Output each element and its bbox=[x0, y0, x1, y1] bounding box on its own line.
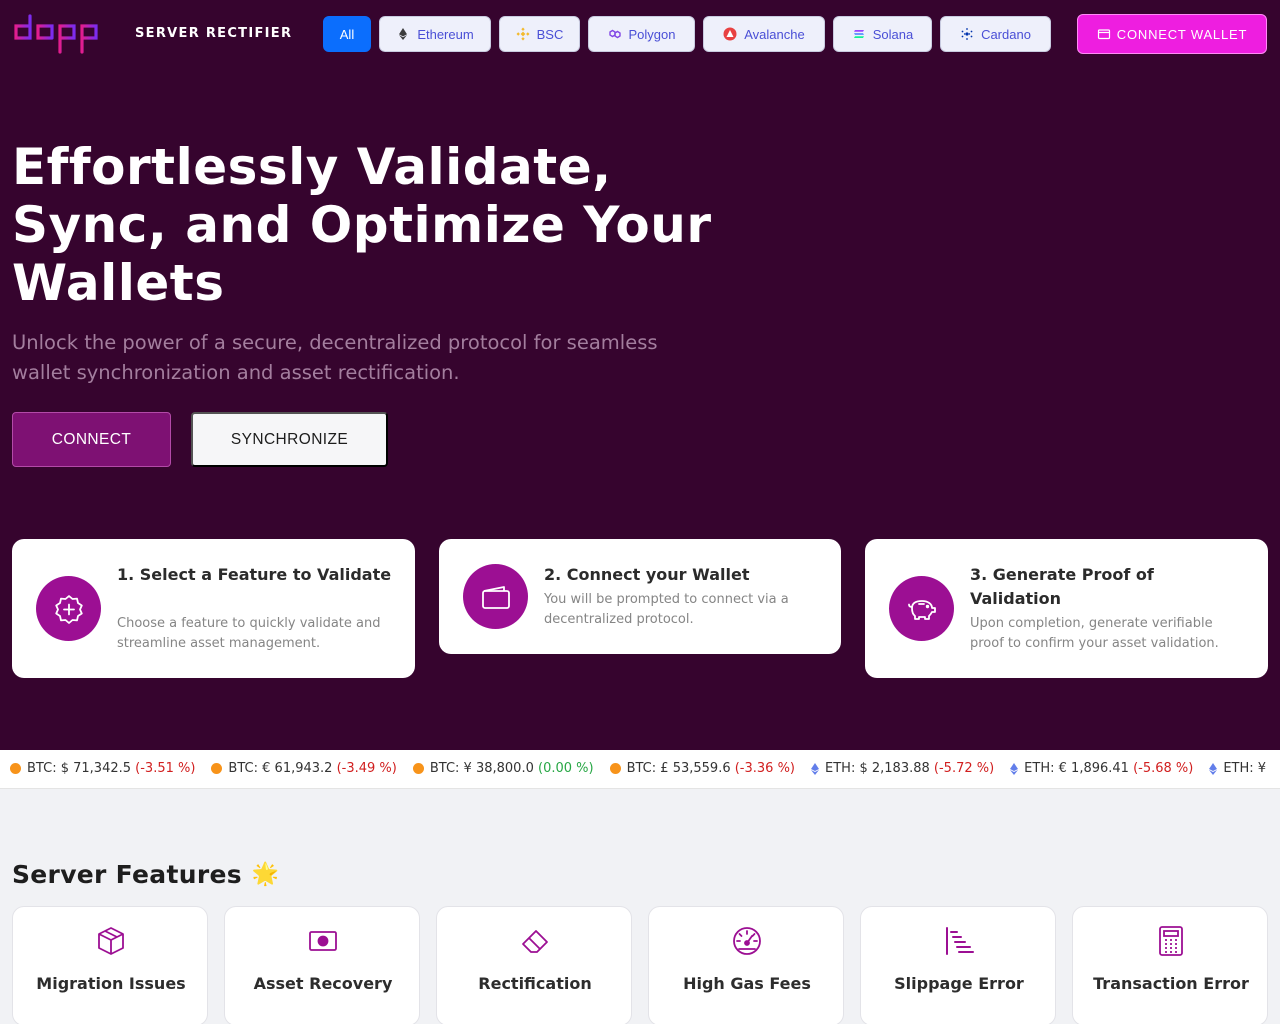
bsc-icon bbox=[516, 27, 530, 41]
connect-button[interactable]: CONNECT bbox=[12, 412, 171, 467]
chain-filter-polygon[interactable]: Polygon bbox=[588, 16, 695, 52]
feature-label: Transaction Error bbox=[1093, 974, 1249, 993]
chain-label: Polygon bbox=[628, 26, 676, 42]
camera-icon bbox=[309, 931, 337, 951]
feature-card-high-gas-fees[interactable]: High Gas Fees bbox=[648, 906, 844, 1024]
price-ticker: BTC: $ 71,342.5 (-3.51 %) BTC: € 61,943.… bbox=[0, 750, 1280, 789]
polygon-icon bbox=[608, 29, 621, 39]
step-card-connect-wallet: 2. Connect your Wallet You will be promp… bbox=[439, 539, 841, 654]
hero-title: Effortlessly Validate, Sync, and Optimiz… bbox=[12, 138, 712, 312]
ticker-item: BTC: £ 53,559.6 (-3.36 %) bbox=[609, 761, 795, 776]
bitcoin-icon bbox=[609, 763, 621, 774]
avalanche-icon bbox=[723, 27, 737, 41]
chain-label: Solana bbox=[872, 26, 914, 42]
ticker-item: BTC: $ 71,342.5 (-3.51 %) bbox=[10, 761, 195, 776]
gantt-chart-icon bbox=[946, 927, 974, 955]
feature-label: High Gas Fees bbox=[683, 974, 811, 993]
connect-wallet-button[interactable]: CONNECT WALLET bbox=[1077, 14, 1267, 54]
chain-label: BSC bbox=[536, 26, 564, 42]
solana-icon bbox=[853, 30, 864, 38]
brand-name: SERVER RECTIFIER bbox=[135, 26, 293, 41]
ticker-item: BTC: ¥ 38,800.0 (0.00 %) bbox=[412, 761, 594, 776]
ethereum-icon bbox=[1209, 762, 1218, 775]
ticker-item: ETH: € 1,896.41 (-5.68 %) bbox=[1010, 761, 1193, 776]
step-description: You will be prompted to connect via a de… bbox=[544, 592, 789, 627]
step-description: Choose a feature to quickly validate and… bbox=[117, 616, 381, 651]
chain-label: Cardano bbox=[981, 26, 1031, 42]
section-title: Server Features bbox=[12, 860, 242, 889]
ticker-item: ETH: ¥ bbox=[1209, 761, 1266, 776]
step-title: 2. Connect your Wallet bbox=[544, 565, 750, 584]
chain-filter-ethereum[interactable]: Ethereum bbox=[379, 16, 491, 52]
chain-label: Avalanche bbox=[744, 26, 805, 42]
star-icon: 🌟 bbox=[251, 862, 280, 887]
chain-filter-cardano[interactable]: Cardano bbox=[940, 16, 1051, 52]
step-card-select-feature: 1. Select a Feature to Validate Choose a… bbox=[12, 539, 415, 678]
feature-card-slippage-error[interactable]: Slippage Error bbox=[860, 906, 1056, 1024]
box-icon bbox=[98, 927, 124, 955]
chain-filter-all[interactable]: All bbox=[323, 16, 371, 52]
feature-label: Migration Issues bbox=[36, 974, 186, 993]
chain-filter-solana[interactable]: Solana bbox=[833, 16, 932, 52]
wallet-icon bbox=[481, 585, 510, 609]
step-icon-circle bbox=[36, 576, 101, 641]
hero-subtitle: Unlock the power of a secure, decentrali… bbox=[12, 331, 658, 384]
eraser-icon bbox=[522, 930, 548, 953]
step-description: Upon completion, generate verifiable pro… bbox=[970, 616, 1219, 651]
step-title: 1. Select a Feature to Validate bbox=[117, 565, 392, 584]
step-title: 3. Generate Proof of Validation bbox=[970, 565, 1154, 608]
wallet-icon bbox=[1097, 29, 1110, 40]
badge-plus-icon bbox=[54, 594, 83, 624]
server-features-heading: Server Features 🌟 bbox=[12, 860, 280, 889]
feature-card-rectification[interactable]: Rectification bbox=[436, 906, 632, 1024]
chain-label: Ethereum bbox=[417, 26, 474, 42]
chain-filter-avalanche[interactable]: Avalanche bbox=[703, 16, 825, 52]
gauge-icon bbox=[733, 927, 761, 955]
feature-label: Asset Recovery bbox=[253, 974, 393, 993]
bitcoin-icon bbox=[10, 763, 21, 774]
feature-card-migration-issues[interactable]: Migration Issues bbox=[12, 906, 208, 1024]
feature-card-transaction-error[interactable]: Transaction Error bbox=[1072, 906, 1268, 1024]
synchronize-button[interactable]: SYNCHRONIZE bbox=[191, 412, 388, 467]
ethereum-icon bbox=[399, 28, 408, 40]
bitcoin-icon bbox=[211, 763, 223, 774]
calculator-icon bbox=[1159, 926, 1183, 956]
cardano-icon bbox=[961, 28, 973, 40]
step-icon-circle bbox=[889, 576, 954, 641]
chain-label: All bbox=[339, 26, 355, 42]
ethereum-icon bbox=[811, 762, 819, 775]
ethereum-icon bbox=[1010, 762, 1019, 775]
ticker-item: BTC: € 61,943.2 (-3.49 %) bbox=[211, 761, 397, 776]
bitcoin-icon bbox=[412, 763, 424, 774]
connect-wallet-label: CONNECT WALLET bbox=[1116, 26, 1248, 42]
chain-filter-bsc[interactable]: BSC bbox=[499, 16, 580, 52]
piggy-bank-icon bbox=[907, 599, 936, 620]
step-card-generate-proof: 3. Generate Proof of Validation Upon com… bbox=[865, 539, 1268, 678]
feature-card-asset-recovery[interactable]: Asset Recovery bbox=[224, 906, 420, 1024]
dapp-logo[interactable] bbox=[12, 14, 102, 54]
step-icon-circle bbox=[463, 564, 528, 629]
ticker-item: ETH: $ 2,183.88 (-5.72 %) bbox=[811, 761, 994, 776]
feature-label: Rectification bbox=[478, 974, 592, 993]
feature-label: Slippage Error bbox=[894, 974, 1024, 993]
